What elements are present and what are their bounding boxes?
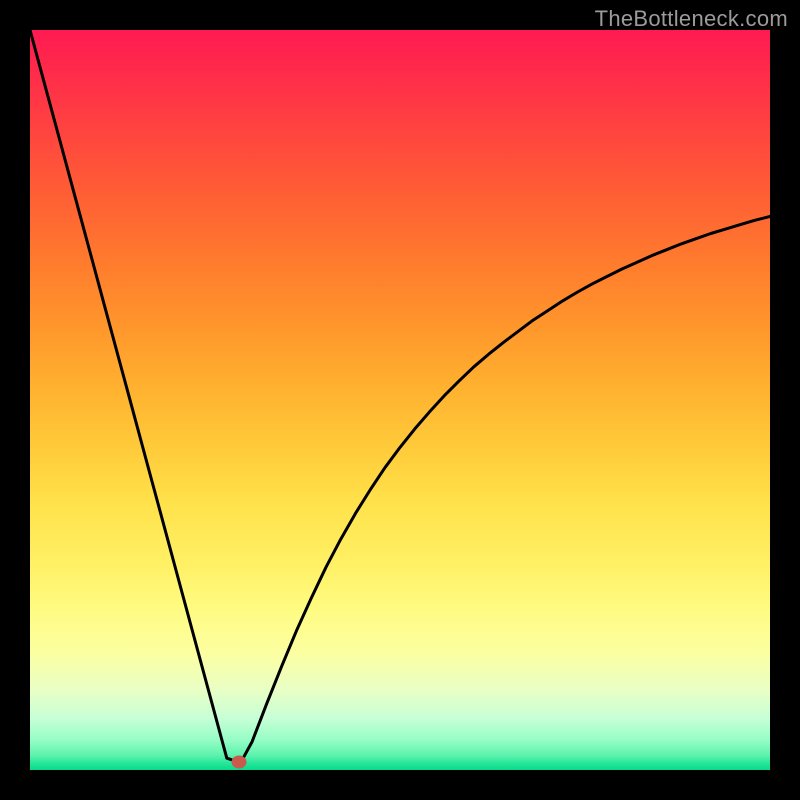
curve-svg xyxy=(30,30,770,770)
plot-area xyxy=(30,30,770,770)
chart-frame: TheBottleneck.com xyxy=(0,0,800,800)
bottleneck-curve xyxy=(30,30,770,761)
minimum-marker xyxy=(231,755,246,768)
watermark-text: TheBottleneck.com xyxy=(595,6,788,32)
